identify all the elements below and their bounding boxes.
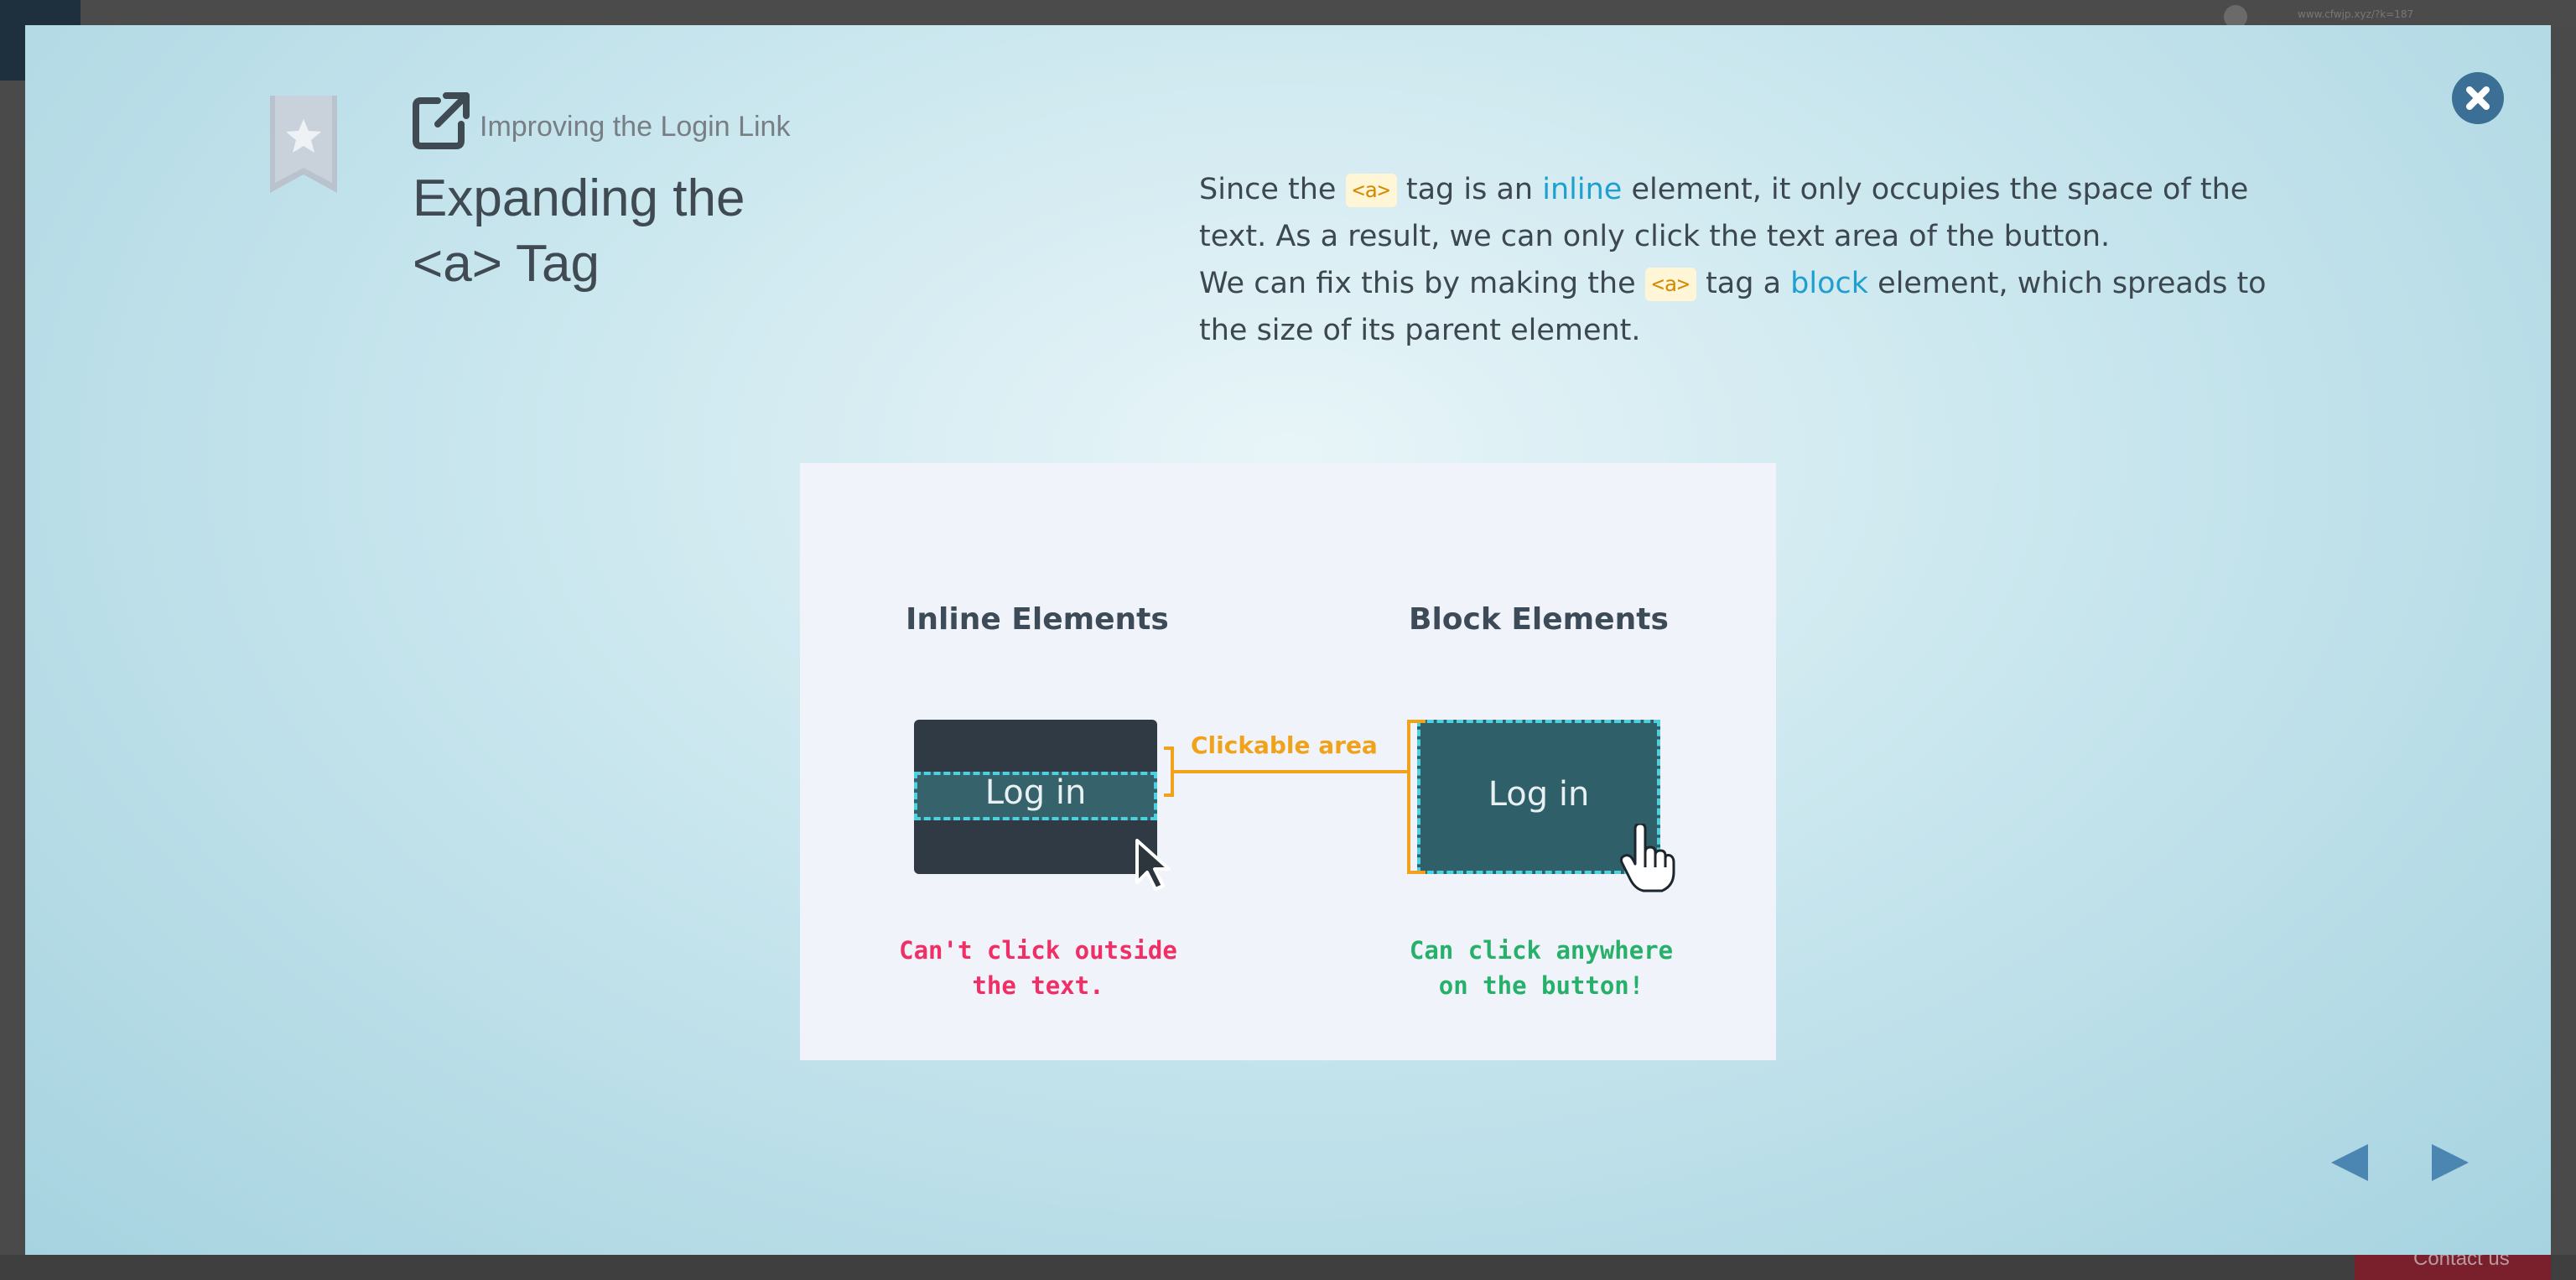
inline-caption-line-2: the text. bbox=[972, 971, 1104, 1000]
next-arrow-icon[interactable] bbox=[2428, 1141, 2472, 1184]
keyword-block: block bbox=[1790, 267, 1869, 300]
keyword-inline: inline bbox=[1542, 173, 1623, 206]
code-a-tag: <a> bbox=[1345, 174, 1397, 207]
hand-cursor-icon bbox=[1620, 824, 1675, 892]
inline-caption: Can't click outside the text. bbox=[879, 933, 1197, 1003]
clickable-area-label: Clickable area bbox=[1191, 731, 1378, 759]
bookmark-star-icon[interactable] bbox=[268, 96, 339, 195]
inline-caption-line-1: Can't click outside bbox=[899, 936, 1177, 965]
code-a-tag: <a> bbox=[1644, 268, 1696, 301]
title-line-1: Expanding the bbox=[413, 169, 745, 227]
close-icon bbox=[2466, 86, 2490, 110]
block-caption-line-2: on the button! bbox=[1438, 971, 1644, 1000]
block-caption: Can click anywhere on the button! bbox=[1382, 933, 1701, 1003]
illustration-card: Inline Elements Block Elements Log in Lo… bbox=[800, 463, 1776, 1060]
background-bottom-bar bbox=[0, 1255, 2576, 1280]
lesson-description: Since the <a> tag is an inline element, … bbox=[1199, 166, 2306, 354]
desc-text: tag is an bbox=[1396, 173, 1543, 206]
arrow-cursor-icon bbox=[1135, 839, 1171, 891]
external-link-icon bbox=[413, 92, 470, 149]
lesson-modal: Improving the Login Link Expanding the <… bbox=[25, 25, 2551, 1255]
lesson-breadcrumb: Improving the Login Link bbox=[480, 111, 791, 143]
title-line-2: <a> Tag bbox=[413, 235, 600, 293]
page-title: Expanding the <a> Tag bbox=[413, 166, 745, 297]
desc-text: Since the bbox=[1199, 173, 1346, 206]
background-url-text: www.cfwjp.xyz/?k=187 bbox=[2298, 8, 2414, 20]
desc-text: We can fix this by making the bbox=[1199, 267, 1645, 300]
block-caption-line-1: Can click anywhere bbox=[1409, 936, 1674, 965]
desc-text: tag a bbox=[1696, 267, 1791, 300]
prev-arrow-icon[interactable] bbox=[2328, 1141, 2371, 1184]
background-topbar bbox=[0, 0, 2576, 25]
close-button[interactable] bbox=[2452, 72, 2504, 124]
